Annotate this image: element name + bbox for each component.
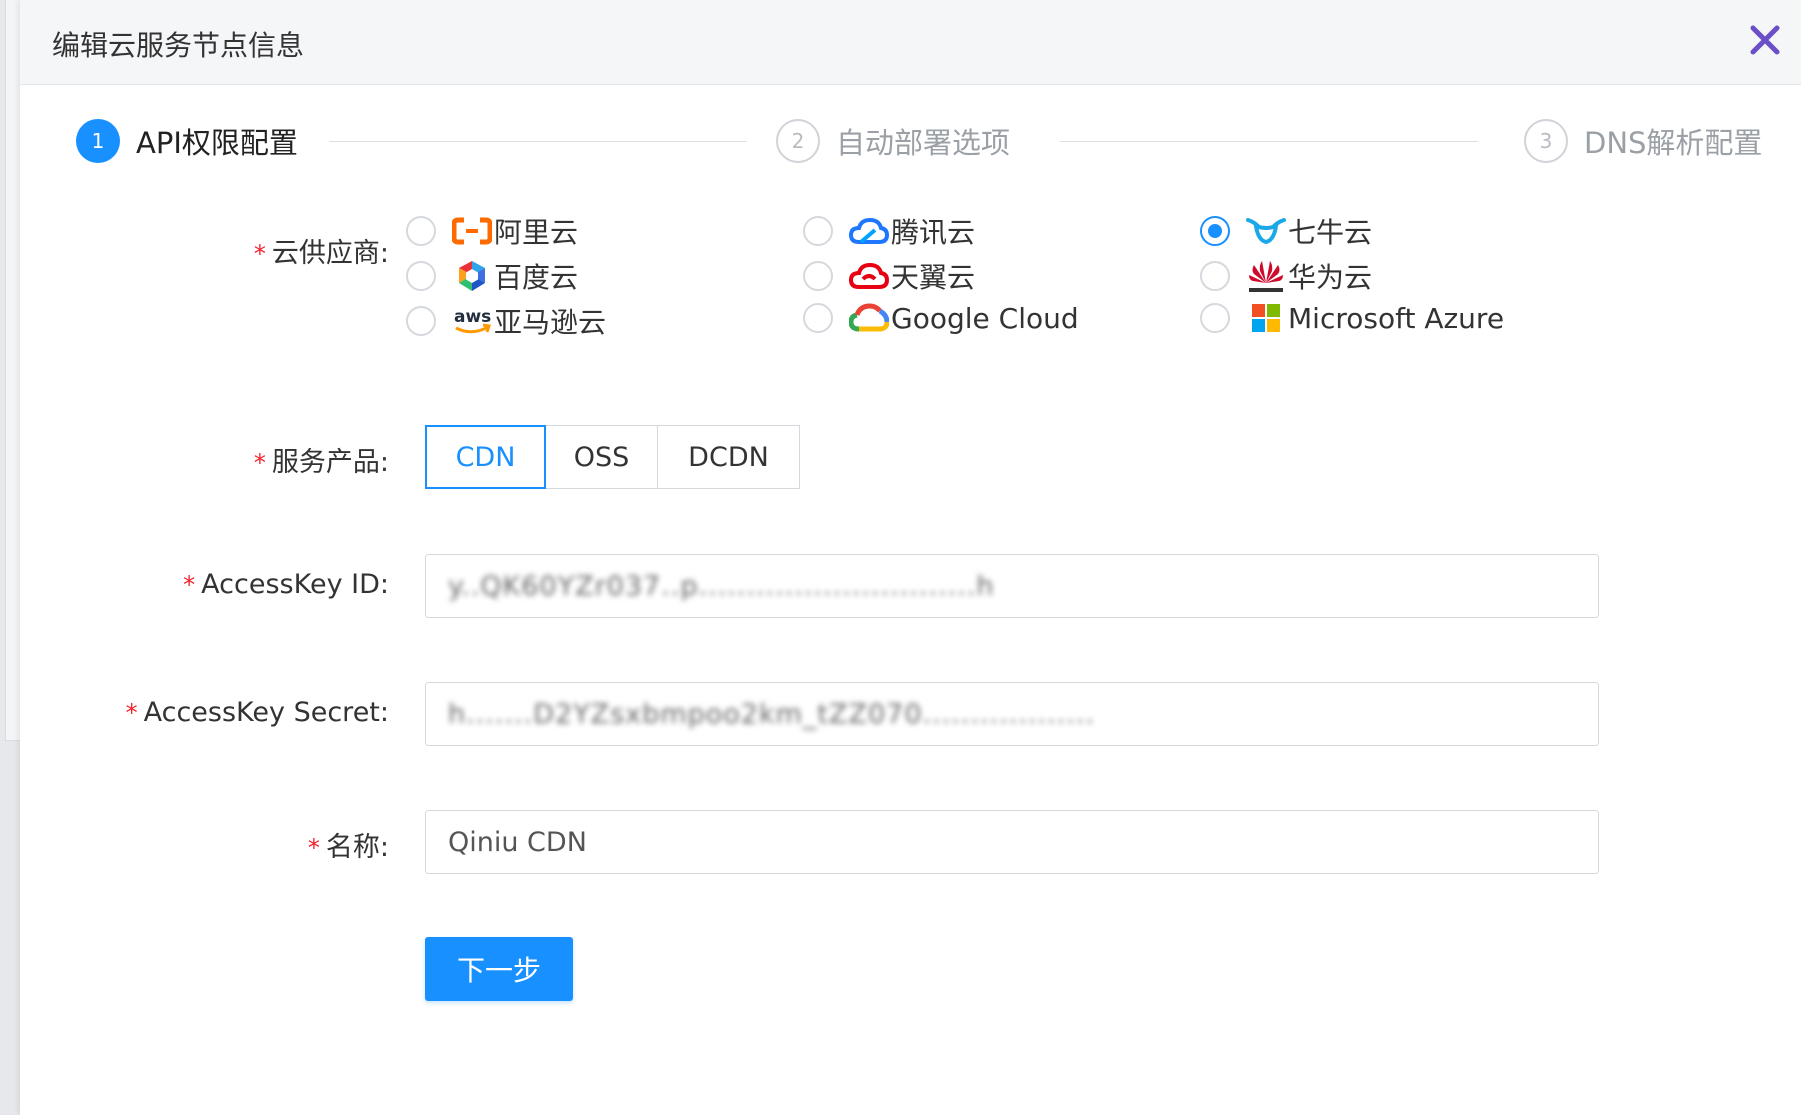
provider-option-qiniu[interactable]: 七牛云 bbox=[1200, 211, 1372, 251]
access-key-id-label: * AccessKey ID: bbox=[183, 569, 389, 600]
provider-option-aws[interactable]: aws 亚马逊云 bbox=[406, 301, 606, 341]
radio-button[interactable] bbox=[406, 261, 436, 291]
provider-label: * 云供应商: bbox=[253, 238, 389, 269]
tianyi-cloud-icon bbox=[849, 259, 889, 293]
background-scroll-edge bbox=[5, 0, 21, 741]
radio-button[interactable] bbox=[406, 306, 436, 336]
access-key-secret-field[interactable]: h.......D2YZsxbmpoo2km_tZZ070...........… bbox=[425, 682, 1599, 746]
provider-name: 华为云 bbox=[1288, 261, 1373, 294]
qiniu-icon bbox=[1246, 214, 1286, 248]
radio-button[interactable] bbox=[1200, 216, 1230, 246]
access-key-secret-value: h.......D2YZsxbmpoo2km_tZZ070...........… bbox=[448, 698, 1096, 730]
access-key-id-field[interactable]: y..QK60YZr037..p........................… bbox=[425, 554, 1599, 618]
provider-option-baidu[interactable]: 百度云 bbox=[406, 256, 578, 296]
radio-button[interactable] bbox=[803, 303, 833, 333]
aliyun-icon bbox=[452, 214, 492, 248]
step-label: 自动部署选项 bbox=[836, 126, 1011, 160]
dialog-header: 编辑云服务节点信息 bbox=[20, 0, 1801, 85]
aws-icon: aws bbox=[452, 304, 492, 338]
edit-node-dialog: 编辑云服务节点信息 1 API权限配置 2 自动部署选项 3 DNS解析配置 *… bbox=[20, 0, 1801, 1115]
name-field[interactable]: Qiniu CDN bbox=[425, 810, 1599, 874]
provider-option-google-cloud[interactable]: Google Cloud bbox=[803, 301, 1079, 335]
next-button[interactable]: 下一步 bbox=[425, 937, 573, 1001]
step-connector bbox=[1060, 141, 1478, 142]
google-cloud-icon bbox=[849, 301, 889, 335]
step-number: 2 bbox=[776, 119, 820, 163]
huawei-icon bbox=[1246, 259, 1286, 293]
step-label: API权限配置 bbox=[136, 126, 298, 160]
provider-name: 天翼云 bbox=[891, 261, 976, 294]
radio-button[interactable] bbox=[1200, 303, 1230, 333]
provider-name: Google Cloud bbox=[891, 301, 1079, 335]
dialog-title: 编辑云服务节点信息 bbox=[52, 29, 305, 62]
close-icon bbox=[1750, 25, 1780, 55]
provider-option-tencent[interactable]: 腾讯云 bbox=[803, 211, 975, 251]
name-label: * 名称: bbox=[307, 832, 389, 863]
radio-button[interactable] bbox=[803, 261, 833, 291]
radio-button[interactable] bbox=[803, 216, 833, 246]
step-api-permission: 1 API权限配置 bbox=[76, 119, 298, 163]
provider-name: Microsoft Azure bbox=[1288, 301, 1505, 335]
provider-option-tianyi[interactable]: 天翼云 bbox=[803, 256, 975, 296]
provider-option-huawei[interactable]: 华为云 bbox=[1200, 256, 1372, 296]
tencent-cloud-icon bbox=[849, 214, 889, 248]
provider-name: 七牛云 bbox=[1288, 216, 1373, 249]
access-key-secret-label: * AccessKey Secret: bbox=[125, 697, 389, 728]
product-option-oss[interactable]: OSS bbox=[545, 425, 658, 489]
provider-name: 腾讯云 bbox=[891, 216, 976, 249]
step-number: 1 bbox=[76, 119, 120, 163]
radio-button[interactable] bbox=[406, 216, 436, 246]
provider-name: 亚马逊云 bbox=[494, 306, 607, 339]
step-connector bbox=[329, 141, 747, 142]
step-auto-deploy: 2 自动部署选项 bbox=[776, 119, 1010, 163]
provider-name: 阿里云 bbox=[494, 216, 579, 249]
step-label: DNS解析配置 bbox=[1584, 126, 1763, 160]
product-selector: CDN OSS DCDN bbox=[425, 425, 800, 489]
step-dns: 3 DNS解析配置 bbox=[1524, 119, 1762, 163]
microsoft-icon bbox=[1246, 301, 1286, 335]
access-key-id-value: y..QK60YZr037..p........................… bbox=[448, 570, 995, 602]
product-option-cdn[interactable]: CDN bbox=[425, 425, 546, 489]
product-label: * 服务产品: bbox=[253, 447, 389, 478]
baidu-cloud-icon bbox=[452, 259, 492, 293]
provider-option-aliyun[interactable]: 阿里云 bbox=[406, 211, 578, 251]
name-value: Qiniu CDN bbox=[448, 826, 587, 858]
product-option-dcdn[interactable]: DCDN bbox=[657, 425, 800, 489]
step-number: 3 bbox=[1524, 119, 1568, 163]
provider-name: 百度云 bbox=[494, 261, 579, 294]
provider-option-azure[interactable]: Microsoft Azure bbox=[1200, 301, 1504, 335]
radio-button[interactable] bbox=[1200, 261, 1230, 291]
close-button[interactable] bbox=[1747, 22, 1783, 58]
